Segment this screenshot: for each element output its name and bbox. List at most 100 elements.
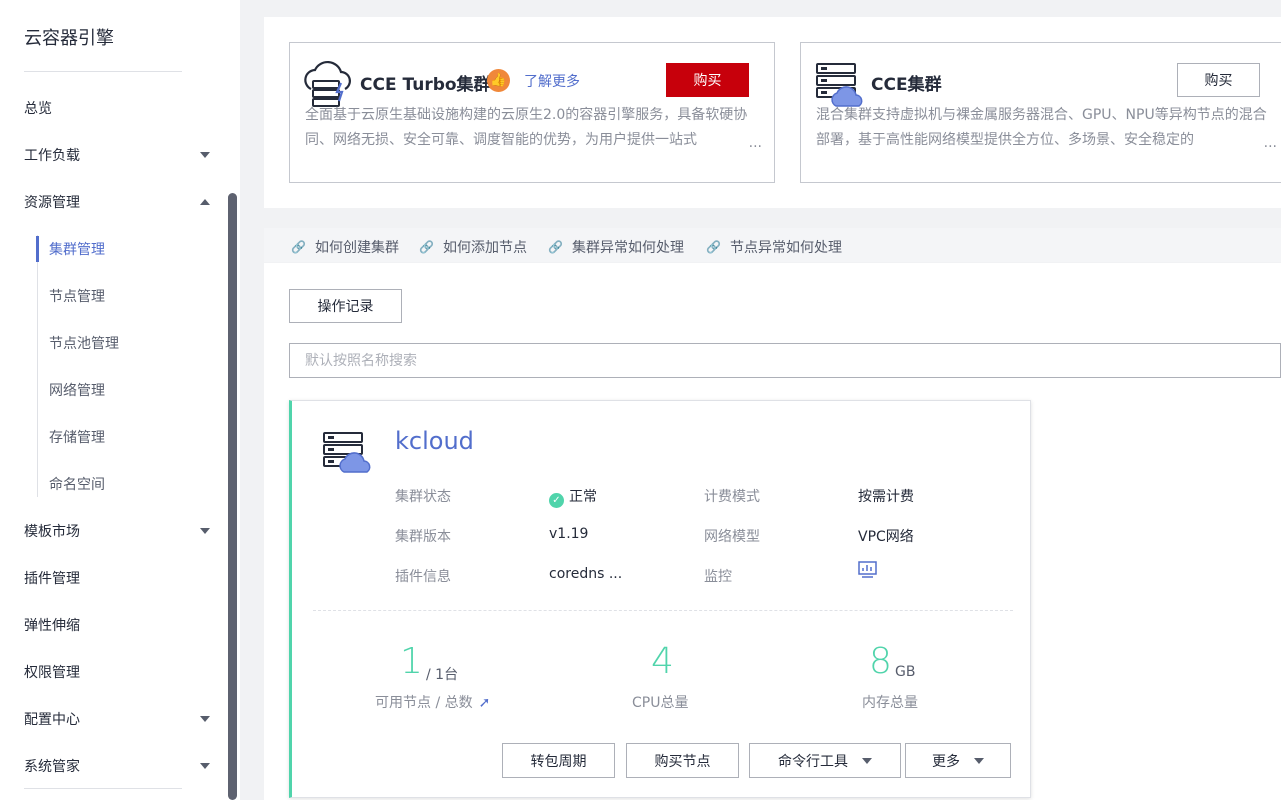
sidebar-item-system[interactable]: 系统管家 bbox=[24, 754, 214, 778]
buy-node-button[interactable]: 购买节点 bbox=[626, 743, 739, 778]
chevron-down-icon bbox=[974, 757, 984, 764]
link-icon: 🔗 bbox=[291, 240, 306, 254]
help-link-cluster-error[interactable]: 🔗 集群异常如何处理 bbox=[548, 237, 684, 257]
cluster-server-icon bbox=[323, 432, 371, 473]
turbo-cluster-icon bbox=[304, 60, 351, 107]
monitor-label: 监控 bbox=[704, 569, 732, 585]
sidebar-subitem-nodes[interactable]: 节点管理 bbox=[49, 284, 105, 308]
memory-stat-label: 内存总量 bbox=[862, 695, 918, 711]
available-nodes-number: 1 bbox=[400, 641, 423, 682]
sidebar-subitem-nodepools[interactable]: 节点池管理 bbox=[49, 331, 119, 355]
sidebar-item-workloads[interactable]: 工作负载 bbox=[24, 143, 214, 167]
cce-card: CCE集群 购买 混合集群支持虚拟机与裸金属服务器混合、GPU、NPU等异构节点… bbox=[800, 42, 1281, 183]
chevron-down-icon bbox=[200, 716, 210, 722]
cpu-stat-label: CPU总量 bbox=[632, 695, 689, 711]
total-nodes-text: / 1台 bbox=[426, 667, 459, 683]
link-icon: 🔗 bbox=[548, 240, 563, 254]
sidebar-item-overview[interactable]: 总览 bbox=[24, 96, 214, 120]
chevron-down-icon bbox=[200, 763, 210, 769]
cpu-total-number: 4 bbox=[651, 641, 674, 682]
cluster-version-label: 集群版本 bbox=[395, 529, 451, 545]
sidebar-item-label: 权限管理 bbox=[24, 665, 80, 681]
help-link-node-error[interactable]: 🔗 节点异常如何处理 bbox=[706, 237, 842, 257]
sidebar-item-config[interactable]: 配置中心 bbox=[24, 707, 214, 731]
network-model-value: VPC网络 bbox=[858, 529, 914, 545]
monitor-chart-icon[interactable] bbox=[858, 561, 877, 579]
help-link-add-node[interactable]: 🔗 如何添加节点 bbox=[419, 237, 527, 257]
cluster-card: kcloud 集群状态 ✓ 正常 计费模式 按需计费 集群版本 v1.19 网络模… bbox=[289, 400, 1031, 798]
sidebar-item-label: 资源管理 bbox=[24, 195, 80, 211]
help-links-bar: 🔗 如何创建集群 🔗 如何添加节点 🔗 集群异常如何处理 🔗 节点异常如何处理 bbox=[264, 228, 1281, 262]
help-link-create-cluster[interactable]: 🔗 如何创建集群 bbox=[291, 237, 399, 257]
status-text: 正常 bbox=[569, 489, 597, 505]
cluster-status-value: ✓ 正常 bbox=[549, 486, 597, 508]
sidebar-item-label: 弹性伸缩 bbox=[24, 618, 80, 634]
more-dropdown[interactable]: 更多 bbox=[905, 743, 1011, 778]
sidebar-item-label: 总览 bbox=[24, 101, 52, 117]
cluster-type-panel: CCE Turbo集群 👍 了解更多 购买 全面基于云原生基础设施构建的云原生2… bbox=[264, 17, 1281, 208]
cluster-version-value: v1.19 bbox=[549, 526, 589, 542]
sidebar-item-label: 模板市场 bbox=[24, 524, 80, 540]
link-icon: 🔗 bbox=[419, 240, 434, 254]
turbo-title: CCE Turbo集群 bbox=[360, 75, 491, 95]
arrow-right-icon[interactable]: ➚ bbox=[479, 695, 491, 711]
chevron-down-icon bbox=[862, 757, 872, 764]
cluster-status-label: 集群状态 bbox=[395, 489, 451, 505]
cluster-name-link[interactable]: kcloud bbox=[395, 427, 474, 455]
chevron-down-icon bbox=[200, 528, 210, 534]
memory-unit: GB bbox=[895, 664, 916, 680]
sidebar-scrollbar[interactable] bbox=[228, 193, 237, 800]
sidebar-item-label: 系统管家 bbox=[24, 759, 80, 775]
cli-tools-dropdown[interactable]: 命令行工具 bbox=[749, 743, 901, 778]
turbo-description: 全面基于云原生基础设施构建的云原生2.0的容器引擎服务，具备软硬协同、网络无损、… bbox=[305, 107, 748, 148]
sidebar-item-label: 插件管理 bbox=[24, 571, 80, 587]
sidebar-title: 云容器引擎 bbox=[24, 28, 114, 49]
sidebar-subitem-network[interactable]: 网络管理 bbox=[49, 378, 105, 402]
description-ellipsis: ... bbox=[1259, 135, 1277, 151]
chevron-down-icon bbox=[200, 152, 210, 158]
sidebar-item-templates[interactable]: 模板市场 bbox=[24, 519, 214, 543]
cluster-list-panel: 操作记录 kcloud 集群状态 ✓ 正常 计费模式 按需计费 集群版本 v1.1… bbox=[264, 263, 1281, 800]
memory-total-number: 8 bbox=[869, 641, 892, 682]
card-divider bbox=[313, 610, 1013, 611]
help-link-label: 节点异常如何处理 bbox=[730, 240, 842, 256]
sidebar-item-label: 工作负载 bbox=[24, 148, 80, 164]
learn-more-link[interactable]: 了解更多 bbox=[524, 71, 580, 91]
buy-cce-button[interactable]: 购买 bbox=[1177, 63, 1260, 97]
thumbs-up-icon: 👍 bbox=[487, 69, 510, 92]
cce-description: 混合集群支持虚拟机与裸金属服务器混合、GPU、NPU等异构节点的混合部署，基于高… bbox=[816, 107, 1267, 148]
sidebar-divider bbox=[24, 788, 182, 789]
cluster-server-icon bbox=[816, 63, 863, 107]
cce-title: CCE集群 bbox=[871, 75, 942, 95]
cli-tools-label: 命令行工具 bbox=[778, 753, 848, 770]
addon-info-label: 插件信息 bbox=[395, 569, 451, 585]
link-icon: 🔗 bbox=[706, 240, 721, 254]
billing-mode-label: 计费模式 bbox=[704, 489, 760, 505]
operation-record-button[interactable]: 操作记录 bbox=[289, 289, 402, 323]
renew-period-button[interactable]: 转包周期 bbox=[502, 743, 615, 778]
nodes-stat-label: 可用节点 / 总数 ➚ bbox=[375, 695, 491, 711]
sidebar-subitem-storage[interactable]: 存储管理 bbox=[49, 425, 105, 449]
chevron-up-icon bbox=[200, 199, 210, 205]
help-link-label: 如何添加节点 bbox=[443, 240, 527, 256]
sidebar-item-resources[interactable]: 资源管理 bbox=[24, 190, 214, 214]
description-ellipsis: ... bbox=[744, 135, 762, 151]
buy-turbo-button[interactable]: 购买 bbox=[666, 63, 749, 97]
submenu-guide-line bbox=[37, 235, 38, 497]
more-label: 更多 bbox=[932, 753, 960, 770]
sidebar-item-autoscaling[interactable]: 弹性伸缩 bbox=[24, 613, 214, 637]
addon-info-value[interactable]: coredns ... bbox=[549, 566, 622, 582]
sidebar: 云容器引擎 总览 工作负载 资源管理 集群管理 节点管理 节点池管理 网络管理 … bbox=[0, 0, 240, 800]
check-circle-icon: ✓ bbox=[549, 493, 564, 508]
sidebar-item-permissions[interactable]: 权限管理 bbox=[24, 660, 214, 684]
billing-mode-value: 按需计费 bbox=[858, 489, 914, 505]
cce-turbo-card: CCE Turbo集群 👍 了解更多 购买 全面基于云原生基础设施构建的云原生2… bbox=[289, 42, 775, 183]
sidebar-subitem-namespaces[interactable]: 命名空间 bbox=[49, 472, 105, 496]
search-input[interactable] bbox=[289, 343, 1281, 378]
help-link-label: 集群异常如何处理 bbox=[572, 240, 684, 256]
help-link-label: 如何创建集群 bbox=[315, 240, 399, 256]
sidebar-subitem-clusters[interactable]: 集群管理 bbox=[49, 237, 105, 261]
active-indicator bbox=[36, 236, 39, 262]
network-model-label: 网络模型 bbox=[704, 529, 760, 545]
sidebar-item-addons[interactable]: 插件管理 bbox=[24, 566, 214, 590]
